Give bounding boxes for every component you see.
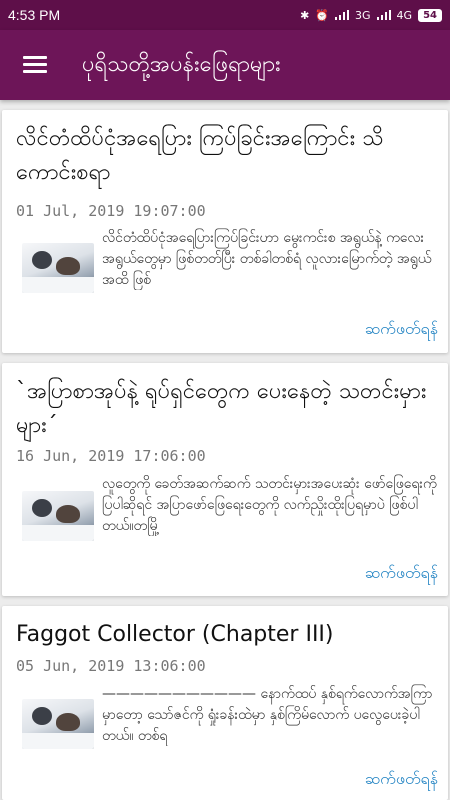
hamburger-icon bbox=[23, 56, 47, 74]
post-title[interactable]: `အပြာစာအုပ်နဲ့ ရုပ်ရှင်တွေက ပေးနေတဲ့ သတင… bbox=[16, 375, 438, 443]
post-date: 05 Jun, 2019 13:06:00 bbox=[16, 657, 206, 675]
network-type: 3G bbox=[355, 8, 371, 22]
bluetooth-icon: ✱ bbox=[300, 8, 310, 22]
post-excerpt: လူတွေကို ခေတ်အဆက်ဆက် သတင်းမှားအပေးဆုံး ဖ… bbox=[102, 476, 437, 534]
read-more-link[interactable]: ဆက်ဖတ်ရန် bbox=[365, 318, 438, 342]
read-more-link[interactable]: ဆက်ဖတ်ရန် bbox=[365, 768, 438, 792]
post-title[interactable]: လိင်တံထိပ်ငုံအရေပြား ကြပ်ခြင်းအကြောင်း သ… bbox=[16, 122, 438, 190]
read-more-link[interactable]: ဆက်ဖတ်ရန် bbox=[365, 562, 438, 586]
battery-icon: 54 bbox=[418, 8, 442, 22]
post-thumbnail[interactable] bbox=[22, 243, 94, 293]
post-card[interactable]: လိင်တံထိပ်ငုံအရေပြား ကြပ်ခြင်းအကြောင်း သ… bbox=[2, 110, 448, 353]
post-card[interactable]: Faggot Collector (Chapter III) 05 Jun, 2… bbox=[2, 606, 448, 800]
status-bar: 4:53 PM ✱ ⏰ 3G 4G 54 bbox=[0, 0, 450, 30]
post-title[interactable]: Faggot Collector (Chapter III) bbox=[16, 618, 438, 652]
post-list[interactable]: လိင်တံထိပ်ငုံအရေပြား ကြပ်ခြင်းအကြောင်း သ… bbox=[0, 100, 450, 800]
signal-icon-2 bbox=[376, 10, 391, 20]
post-thumbnail[interactable] bbox=[22, 699, 94, 749]
app-bar: ပုရိသတို့အပန်းဖြေရာများ bbox=[0, 30, 450, 100]
network-type-2: 4G bbox=[396, 8, 413, 22]
post-date: 16 Jun, 2019 17:06:00 bbox=[16, 447, 206, 465]
menu-button[interactable] bbox=[0, 30, 70, 100]
signal-icon bbox=[335, 10, 350, 20]
post-thumbnail[interactable] bbox=[22, 491, 94, 541]
post-excerpt: လိင်တံထိပ်ငုံအရေပြားကြပ်ခြင်းဟာ မွေးကင်း… bbox=[102, 230, 432, 288]
post-date: 01 Jul, 2019 19:07:00 bbox=[16, 202, 206, 220]
post-card[interactable]: `အပြာစာအုပ်နဲ့ ရုပ်ရှင်တွေက ပေးနေတဲ့ သတင… bbox=[2, 363, 448, 596]
post-excerpt: ——————————— နောက်ထပ် နှစ်ရက်လောက်အကြာမှာ… bbox=[102, 686, 433, 744]
status-icons: ✱ ⏰ 3G 4G 54 bbox=[300, 8, 442, 22]
status-time: 4:53 PM bbox=[8, 7, 61, 23]
app-title: ပုရိသတို့အပန်းဖြေရာများ bbox=[82, 51, 281, 77]
alarm-icon: ⏰ bbox=[315, 8, 330, 22]
